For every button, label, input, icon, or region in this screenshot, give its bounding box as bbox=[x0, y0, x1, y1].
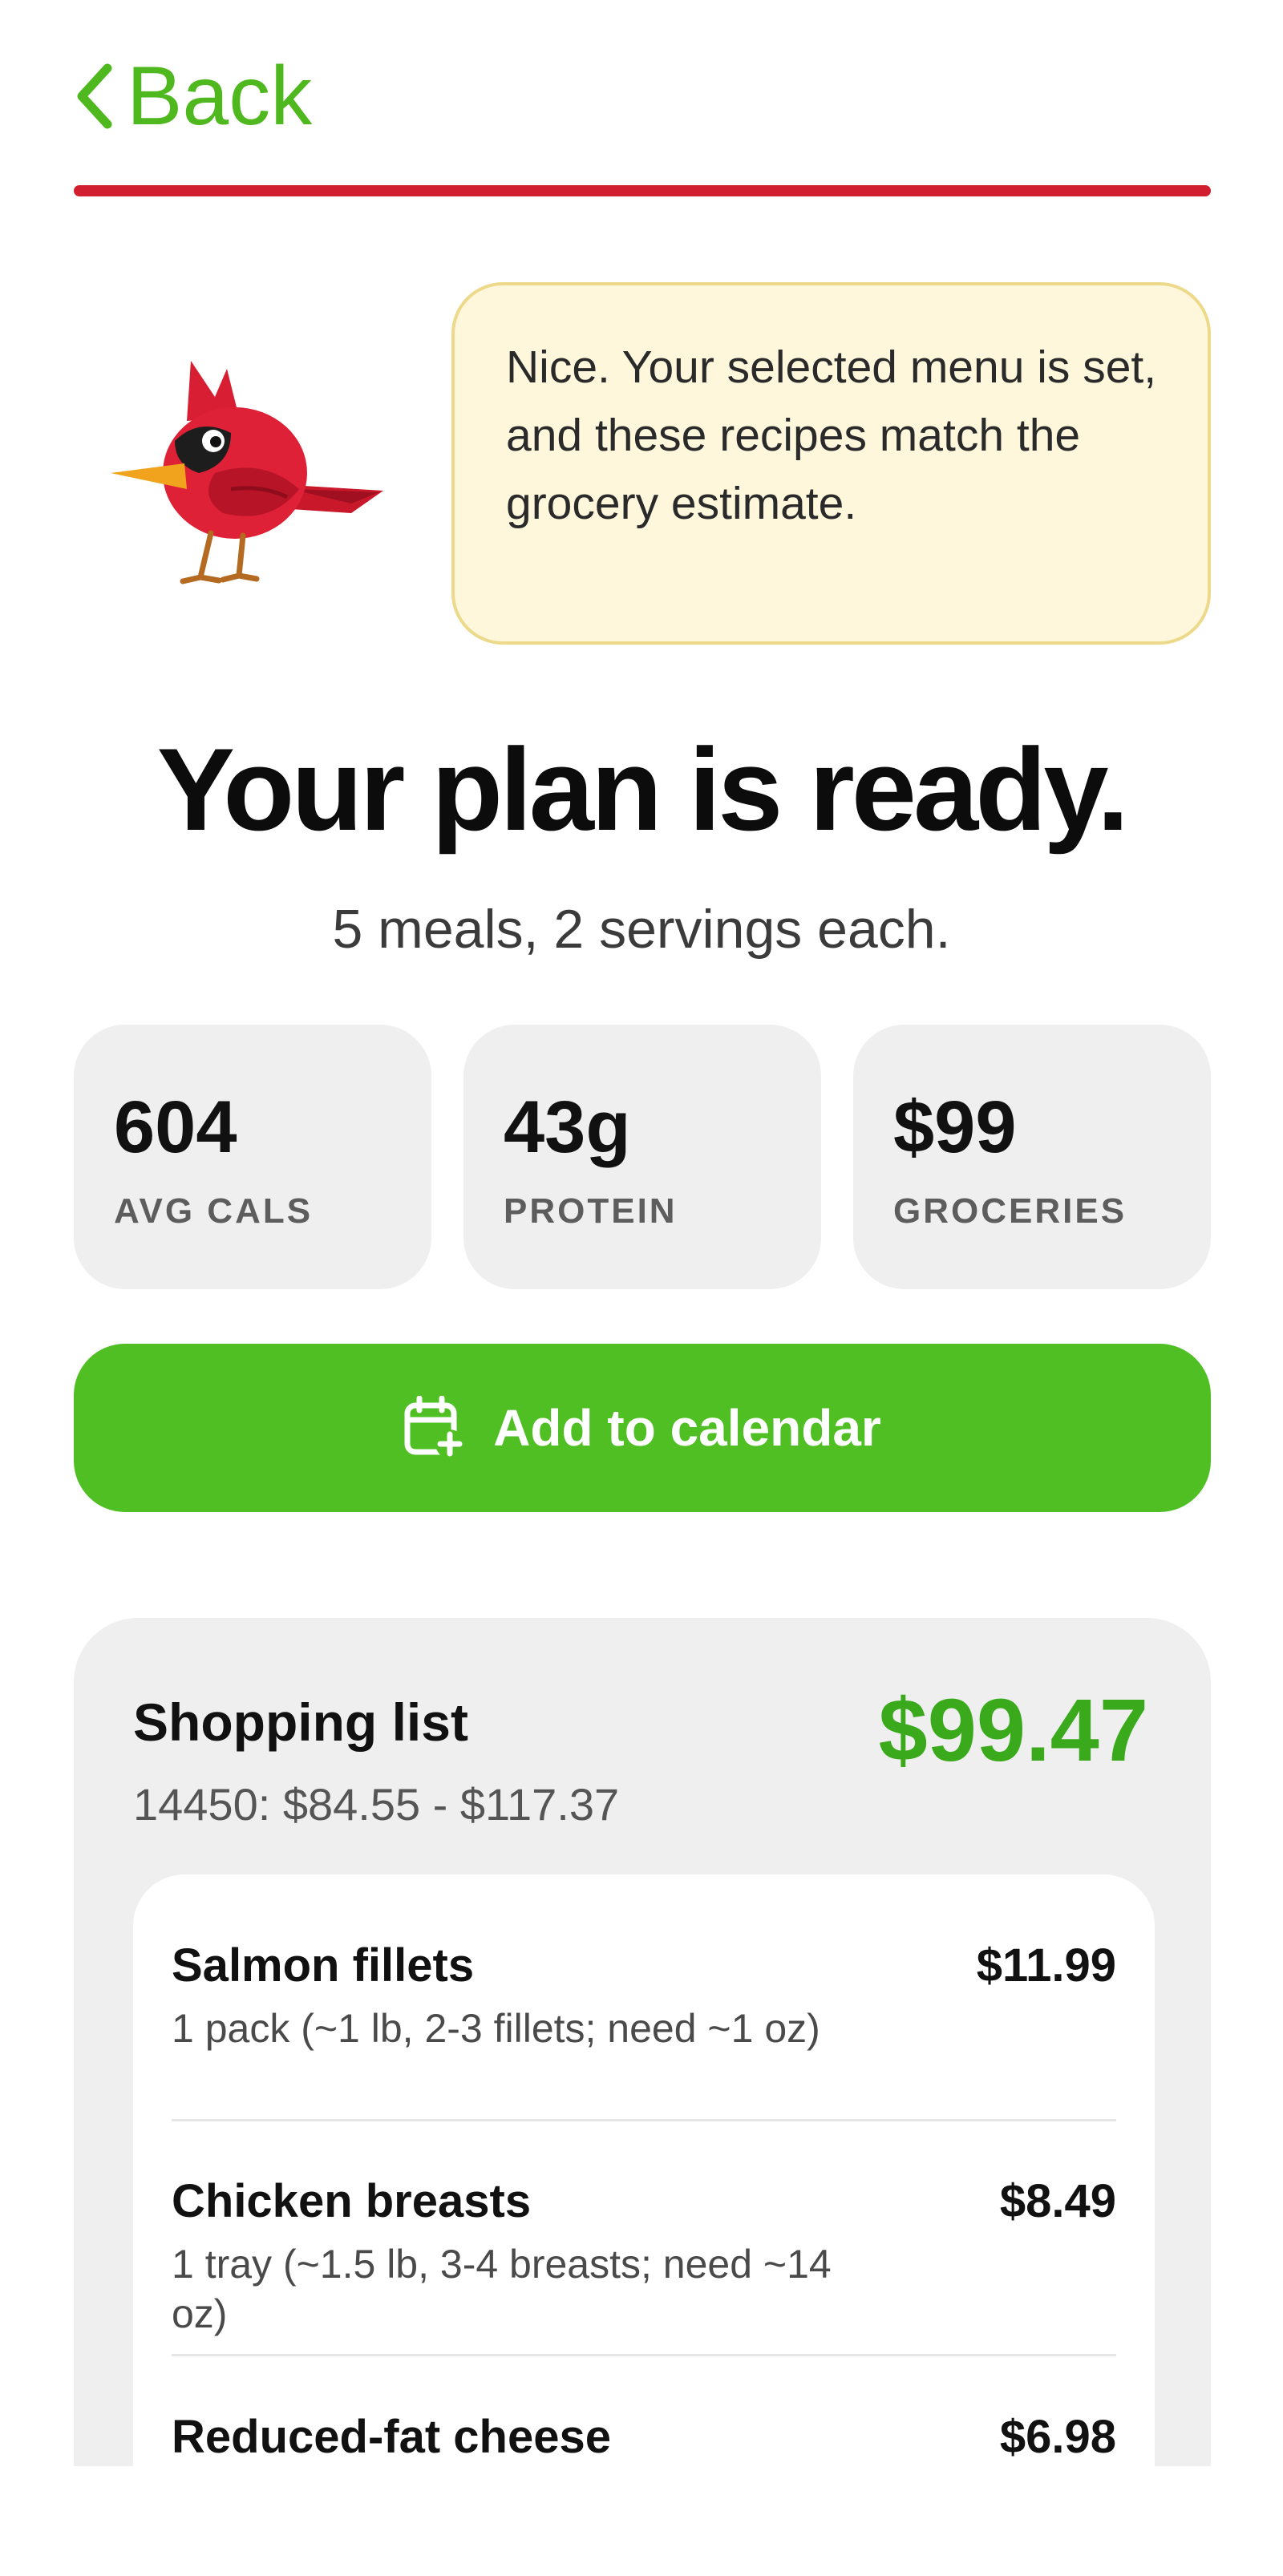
back-label: Back bbox=[127, 50, 313, 143]
bottom-safe-area bbox=[0, 2466, 1283, 2576]
stat-groceries: $99 GROCERIES bbox=[853, 1025, 1211, 1289]
shopping-list-card: Shopping list 14450: $84.55 - $117.37 $9… bbox=[74, 1618, 1211, 2576]
item-description: 1 pack (~1 lb, 2-3 fillets; need ~1 oz) bbox=[172, 2006, 820, 2051]
list-item[interactable]: Reduced-fat cheese $6.98 bbox=[172, 2410, 1116, 2464]
item-price: $11.99 bbox=[976, 1939, 1116, 1992]
shopping-price-range: 14450: $84.55 - $117.37 bbox=[133, 1779, 620, 1830]
chevron-left-icon bbox=[77, 63, 112, 129]
shopping-list-title: Shopping list bbox=[133, 1692, 468, 1752]
add-to-calendar-label: Add to calendar bbox=[493, 1399, 881, 1457]
back-button[interactable]: Back bbox=[74, 48, 312, 144]
item-price: $8.49 bbox=[999, 2175, 1116, 2227]
stat-protein: 43g PROTEIN bbox=[463, 1025, 821, 1289]
item-divider bbox=[172, 2119, 1116, 2121]
add-to-calendar-button[interactable]: Add to calendar bbox=[74, 1344, 1211, 1512]
mascot-speech-bubble: Nice. Your selected menu is set, and the… bbox=[451, 282, 1211, 645]
header-divider bbox=[74, 185, 1211, 196]
calendar-add-icon bbox=[403, 1396, 466, 1460]
stat-avg-cals: 604 AVG CALS bbox=[74, 1025, 431, 1289]
item-name: Salmon fillets bbox=[172, 1939, 475, 1992]
list-item[interactable]: Salmon fillets 1 pack (~1 lb, 2-3 fillet… bbox=[172, 1939, 1116, 2053]
list-item[interactable]: Chicken breasts 1 tray (~1.5 lb, 3-4 bre… bbox=[172, 2174, 1116, 2339]
stat-value: $99 bbox=[893, 1086, 1017, 1168]
item-divider bbox=[172, 2354, 1116, 2356]
item-name: Reduced-fat cheese bbox=[172, 2411, 611, 2463]
stat-label: AVG CALS bbox=[114, 1191, 314, 1231]
page-title: Your plan is ready. bbox=[156, 724, 1130, 855]
shopping-total: $99.47 bbox=[878, 1681, 1148, 1780]
item-name: Chicken breasts bbox=[172, 2175, 532, 2227]
stat-label: GROCERIES bbox=[893, 1191, 1127, 1231]
item-description: 1 tray (~1.5 lb, 3-4 breasts; need ~14 o… bbox=[172, 2242, 832, 2336]
stat-value: 604 bbox=[114, 1086, 237, 1168]
stat-value: 43g bbox=[504, 1086, 631, 1168]
stat-label: PROTEIN bbox=[504, 1191, 678, 1231]
page-subtitle: 5 meals, 2 servings each. bbox=[332, 899, 951, 960]
item-price: $6.98 bbox=[999, 2411, 1116, 2463]
mascot-message: Nice. Your selected menu is set, and the… bbox=[506, 342, 1157, 529]
cardinal-mascot-icon bbox=[111, 361, 383, 584]
